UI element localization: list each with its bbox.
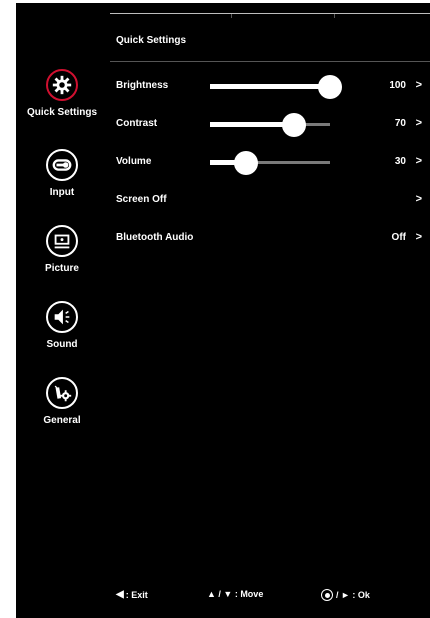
sidebar-label: General	[43, 415, 81, 426]
left-arrow-icon: ◀	[116, 589, 124, 600]
setting-value: 30	[394, 156, 406, 167]
volume-slider[interactable]	[210, 151, 330, 175]
setting-label: Volume	[116, 156, 152, 167]
title-divider	[110, 61, 430, 62]
sidebar-label: Quick Settings	[26, 107, 97, 118]
top-divider	[110, 13, 430, 14]
sidebar-item-picture[interactable]: Picture	[16, 225, 108, 274]
sidebar-item-general[interactable]: General	[16, 377, 108, 426]
hint-ok-label: / ► : Ok	[336, 590, 370, 600]
setting-label: Brightness	[116, 80, 169, 91]
setting-label: Bluetooth Audio	[116, 232, 194, 243]
hint-exit-label: : Exit	[125, 589, 148, 600]
setting-value: Off	[391, 232, 406, 243]
chevron-right-icon[interactable]: >	[416, 155, 422, 167]
slider-knob[interactable]	[234, 151, 258, 175]
contrast-slider[interactable]	[210, 113, 330, 137]
chevron-right-icon[interactable]: >	[416, 117, 422, 129]
sidebar-label: Input	[49, 187, 75, 198]
sidebar-label: Sound	[46, 339, 78, 350]
setting-value: 100	[389, 80, 406, 91]
setting-value: 70	[394, 118, 406, 129]
chevron-right-icon[interactable]: >	[416, 193, 422, 205]
panel-title: Quick Settings	[116, 35, 187, 46]
setting-label: Contrast	[116, 118, 158, 129]
setting-label: Screen Off	[116, 194, 167, 205]
gear-icon	[46, 69, 78, 101]
slider-knob[interactable]	[282, 113, 306, 137]
hint-exit: ◀ : Exit	[116, 589, 148, 600]
top-divider-tick	[231, 14, 232, 18]
hint-move: ▲ / ▼ : Move	[207, 589, 263, 599]
input-icon	[46, 149, 78, 181]
sidebar-item-quick-settings[interactable]: Quick Settings	[16, 69, 108, 118]
osd-screen: Quick Settings Quick Settings Input Pict…	[16, 3, 430, 618]
wrench-gear-icon	[46, 377, 78, 409]
setting-row-brightness[interactable]: Brightness 100 >	[110, 73, 430, 99]
slider-fill	[210, 84, 330, 89]
sidebar-label: Picture	[45, 263, 79, 274]
slider-knob[interactable]	[318, 75, 342, 99]
brightness-slider[interactable]	[210, 75, 342, 99]
chevron-right-icon[interactable]: >	[416, 231, 422, 243]
sidebar-item-input[interactable]: Input	[16, 149, 108, 198]
sidebar-item-sound[interactable]: Sound	[16, 301, 108, 350]
hint-ok: / ► : Ok	[321, 589, 370, 601]
hint-move-label: ▲ / ▼ : Move	[207, 589, 264, 599]
speaker-icon	[46, 301, 78, 333]
setting-row-bluetooth-audio[interactable]: Bluetooth Audio Off >	[110, 225, 430, 251]
setting-row-screen-off[interactable]: Screen Off >	[110, 187, 430, 213]
top-divider-tick	[334, 14, 335, 18]
chevron-right-icon[interactable]: >	[416, 79, 422, 91]
setting-row-volume[interactable]: Volume 30 >	[110, 149, 430, 175]
setting-row-contrast[interactable]: Contrast 70 >	[110, 111, 430, 137]
picture-icon	[46, 225, 78, 257]
ok-button-icon	[321, 589, 333, 601]
